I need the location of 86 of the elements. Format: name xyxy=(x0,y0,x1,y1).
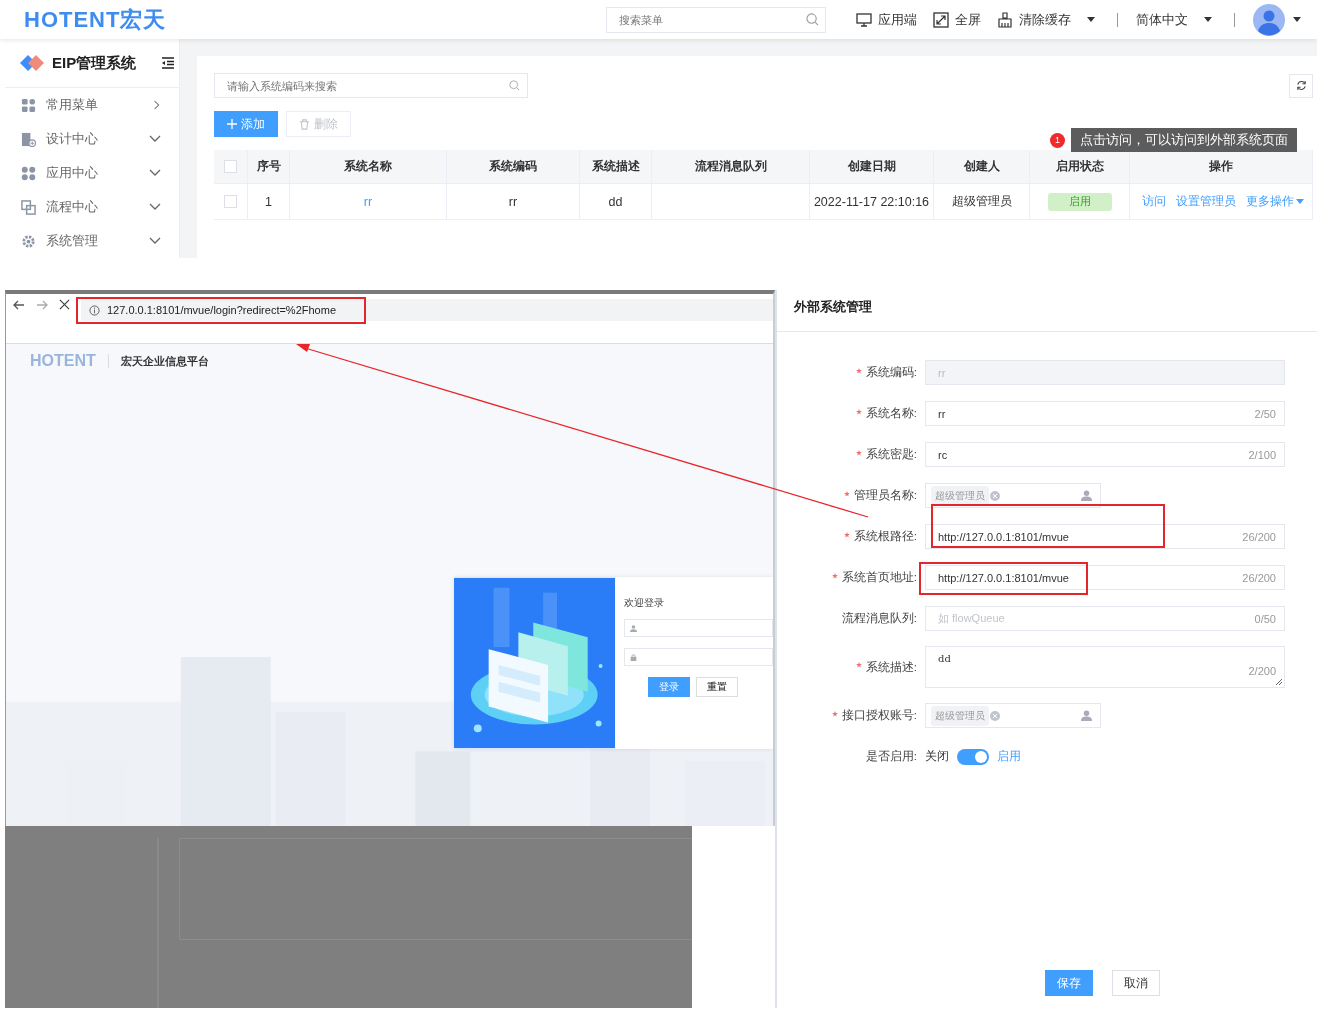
field-label: 管理员名称: xyxy=(853,488,917,503)
select-all-checkbox[interactable] xyxy=(224,160,237,173)
apps-icon xyxy=(21,165,36,181)
field-label: 系统密匙: xyxy=(865,447,917,462)
grid-icon xyxy=(21,97,36,113)
column-header: 系统描述 xyxy=(580,150,652,183)
resize-grip-icon[interactable] xyxy=(1276,679,1282,685)
back-arrow-icon[interactable] xyxy=(13,299,25,311)
field-label: 系统名称: xyxy=(865,406,917,421)
document-plus-icon xyxy=(21,131,36,147)
refresh-icon xyxy=(1295,80,1307,91)
search-icon xyxy=(806,12,819,26)
header-nav-button[interactable]: 应用端 xyxy=(856,10,917,29)
header-nav-button[interactable]: 清除缓存 xyxy=(997,10,1095,29)
field-label: 系统根路径: xyxy=(853,529,917,544)
remove-tag-icon[interactable] xyxy=(990,490,1000,501)
url-text: 127.0.0.1:8101/mvue/login?redirect=%2Fhome xyxy=(107,304,336,316)
sidebar-item[interactable]: 系统管理 xyxy=(5,224,179,258)
input-field[interactable]: http://127.0.0.1:8101/mvue 26/200 xyxy=(925,565,1285,590)
field-label: 接口授权账号: xyxy=(841,708,917,723)
column-header: 系统名称 xyxy=(290,150,447,183)
remove-tag-icon[interactable] xyxy=(990,710,1000,721)
column-header: 系统编码 xyxy=(447,150,580,183)
sidebar-item-label: 常用菜单 xyxy=(46,96,99,114)
switch-on-label: 启用 xyxy=(997,748,1021,765)
address-bar[interactable]: 127.0.0.1:8101/mvue/login?redirect=%2Fhome xyxy=(81,299,773,321)
close-icon[interactable] xyxy=(59,299,70,310)
menu-search-field[interactable]: 搜索菜单 xyxy=(606,6,826,33)
row-checkbox[interactable] xyxy=(224,195,237,208)
table-cell: rr xyxy=(447,184,580,219)
table-cell: 1 xyxy=(248,184,290,219)
table-cell: 2022-11-17 22:10:16 xyxy=(810,184,934,219)
field-label: 系统描述: xyxy=(865,659,917,675)
cancel-button[interactable]: 取消 xyxy=(1112,970,1160,996)
refresh-button[interactable] xyxy=(1289,73,1313,98)
column-header: 序号 xyxy=(248,150,290,183)
info-icon xyxy=(89,304,100,316)
input-field[interactable]: http://127.0.0.1:8101/mvue 26/200 xyxy=(925,524,1285,549)
flow-icon xyxy=(21,199,36,215)
sidebar-item[interactable]: 流程中心 xyxy=(5,190,179,224)
user-icon[interactable] xyxy=(1081,710,1092,721)
step-badge: 1 xyxy=(1050,132,1065,148)
monitor-icon xyxy=(856,11,872,28)
broom-icon xyxy=(997,11,1013,28)
field-label: 系统编码: xyxy=(865,365,917,380)
switch-off-label: 关闭 xyxy=(925,748,949,765)
logo: HOTENT宏天 xyxy=(24,5,168,34)
tooltip: 点击访问，可以访问到外部系统页面 xyxy=(1071,128,1297,152)
column-header: 创建人 xyxy=(934,150,1030,183)
field-label: 系统首页地址: xyxy=(841,570,917,585)
search-icon xyxy=(509,80,520,91)
input-field[interactable]: rc 2/100 xyxy=(925,442,1285,467)
panel-title: 外部系统管理 xyxy=(777,290,1317,332)
column-header: 流程消息队列 xyxy=(652,150,810,183)
language-dropdown[interactable]: 简体中文 xyxy=(1136,10,1212,29)
search-field[interactable]: 请输入系统编码来搜索 xyxy=(214,73,528,98)
forward-arrow-icon[interactable] xyxy=(36,299,48,311)
table-cell: dd xyxy=(580,184,652,219)
user-icon[interactable] xyxy=(1081,490,1092,501)
system-title: EIP管理系统 xyxy=(52,53,137,73)
sidebar-item-label: 流程中心 xyxy=(46,198,99,216)
menu-collapse-icon[interactable] xyxy=(162,57,175,69)
textarea-field[interactable]: dd 2/200 xyxy=(925,646,1285,688)
sidebar-item-label: 设计中心 xyxy=(46,130,99,148)
user-tag: 超级管理员 xyxy=(931,485,989,506)
field-label: 是否启用: xyxy=(865,749,917,764)
column-header: 创建日期 xyxy=(810,150,934,183)
trash-icon xyxy=(299,118,310,130)
header-nav-button[interactable]: 全屏 xyxy=(933,10,981,29)
sidebar-item-label: 应用中心 xyxy=(46,164,99,182)
avatar-icon[interactable] xyxy=(1253,3,1285,36)
input-field[interactable]: rr 2/50 xyxy=(925,401,1285,426)
fullscreen-icon xyxy=(933,11,949,28)
sidebar-item[interactable]: 设计中心 xyxy=(5,122,179,156)
gear-icon xyxy=(21,233,36,249)
sidebar-item[interactable]: 应用中心 xyxy=(5,156,179,190)
field-label: 流程消息队列: xyxy=(841,611,917,626)
sidebar-item-label: 系统管理 xyxy=(46,232,99,250)
sidebar-item[interactable]: 常用菜单 xyxy=(5,88,179,122)
plus-icon xyxy=(227,119,237,129)
status-tag: 启用 xyxy=(1047,192,1112,211)
user-tag: 超级管理员 xyxy=(931,705,989,726)
toggle-switch[interactable] xyxy=(957,748,989,765)
diamond-logo-icon xyxy=(20,55,44,71)
caret-icon[interactable] xyxy=(1293,17,1301,22)
table-cell: 超级管理员 xyxy=(934,184,1030,219)
